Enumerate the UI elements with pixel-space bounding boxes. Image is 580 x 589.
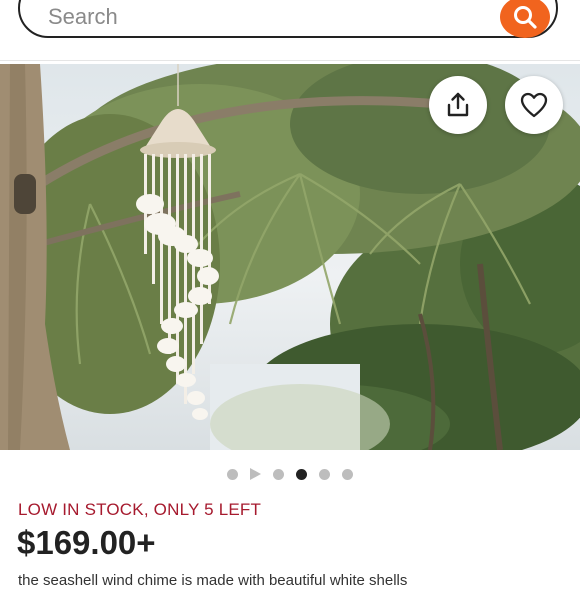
heart-icon — [520, 92, 548, 118]
search-input[interactable]: Search — [18, 0, 558, 38]
search-placeholder: Search — [48, 4, 118, 29]
search-icon — [514, 6, 537, 29]
carousel-indicators — [0, 466, 580, 482]
header-divider — [0, 60, 580, 61]
stock-notice: LOW IN STOCK, ONLY 5 LEFT — [18, 500, 262, 519]
share-icon — [447, 92, 469, 117]
search-button[interactable] — [500, 0, 550, 38]
description-preview: the seashell wind chime is made with bea… — [18, 572, 408, 589]
product-image[interactable] — [0, 64, 580, 450]
share-button[interactable] — [429, 76, 487, 134]
carousel-dot[interactable] — [227, 468, 238, 480]
carousel-dot[interactable] — [273, 468, 284, 480]
video-play-icon[interactable] — [250, 468, 261, 480]
product-photo-illustration — [0, 64, 580, 450]
carousel-dot[interactable] — [342, 468, 353, 480]
carousel-dot[interactable] — [319, 468, 330, 480]
search-header: Search — [0, 0, 580, 60]
carousel-dot-active[interactable] — [296, 468, 307, 480]
favorite-button[interactable] — [505, 76, 563, 134]
price: $169.00+ — [17, 524, 156, 561]
